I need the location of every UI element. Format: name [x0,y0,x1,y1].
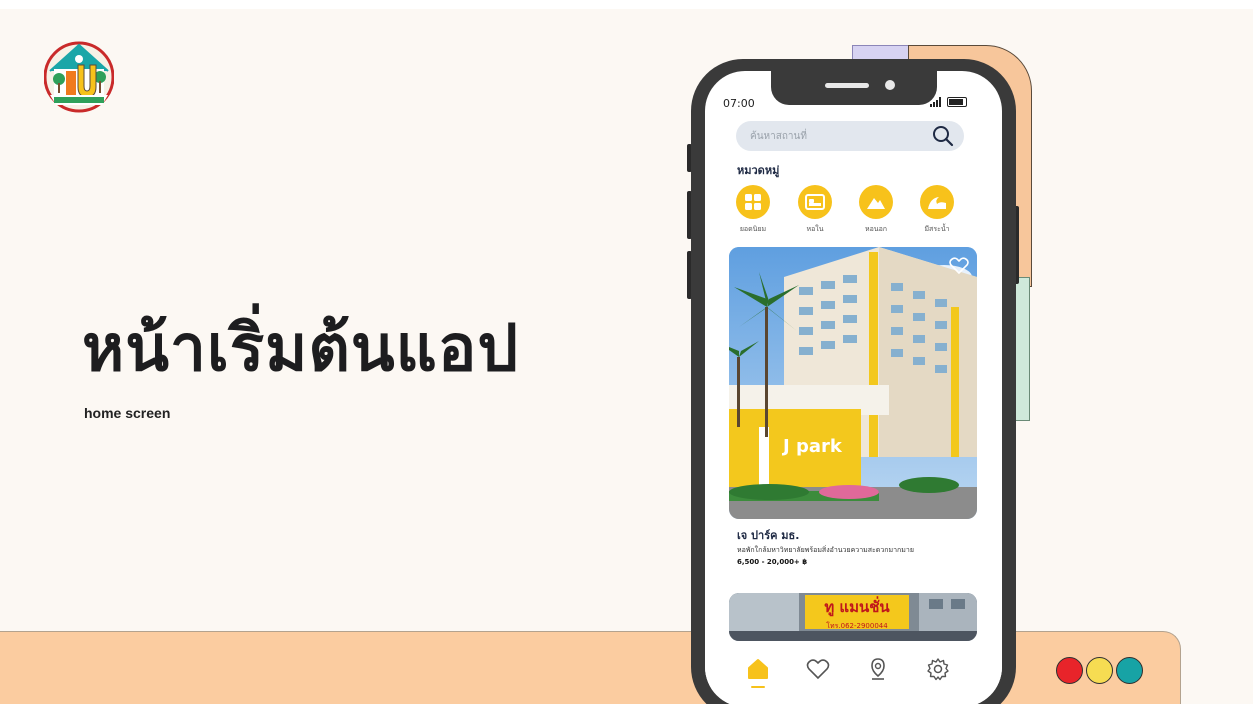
home-icon[interactable] [745,656,771,682]
map-pin-icon[interactable] [865,656,891,682]
wave-icon [928,197,946,209]
slide: หน้าเริ่มต้นแอป home screen 07:00 ค้นหาส… [0,9,1253,704]
category-inside[interactable]: หอใน [789,185,841,235]
heart-icon[interactable] [805,656,831,682]
phone-notch [771,71,937,105]
yellow-dot [1086,657,1113,684]
favorite-heart-icon[interactable] [949,257,969,275]
building-sign-phone: โทร.062-2900044 [826,622,888,630]
category-label: มีสระน้ำ [924,225,950,233]
category-label: หอนอก [864,225,888,233]
category-circle [798,185,832,219]
search-bar[interactable]: ค้นหาสถานที่ [736,121,964,151]
category-circle [920,185,954,219]
signal-icon [930,97,941,107]
categories-title: หมวดหมู่ [737,164,780,177]
listing-card-2[interactable]: ทู แมนชั่น โทร.062-2900044 [729,593,977,641]
grid-icon [745,194,761,210]
battery-icon [947,97,967,107]
category-pool[interactable]: มีสระน้ำ [911,185,963,235]
gear-icon[interactable] [925,656,951,682]
search-input[interactable]: ค้นหาสถานที่ [750,129,807,144]
category-popular[interactable]: ยอดนิยม [727,185,779,235]
bottom-tab-bar [705,646,1002,704]
listing-description: หอพักใกล้มหาวิทยาลัยพร้อมสิ่งอำนวยความสะ… [737,546,914,554]
category-label: หอใน [806,225,824,233]
house-u-logo-icon [44,41,114,113]
building-photo: J park [729,247,977,519]
red-dot [1056,657,1083,684]
listing-name[interactable]: เจ ปาร์ค มธ. [737,526,799,544]
status-time: 07:00 [723,97,755,110]
phone-mockup: 07:00 ค้นหาสถานที่ หมวดหมู่ ยอดนิยม หอใน… [691,59,1016,704]
camera-icon [885,80,895,90]
mountain-icon [867,198,885,209]
category-circle [859,185,893,219]
category-outside[interactable]: หอนอก [850,185,902,235]
category-label: ยอดนิยม [739,225,767,233]
bed-icon [805,194,825,210]
listing-price: 6,500 - 20,000+ ฿ [737,558,808,566]
active-tab-indicator [751,686,765,688]
category-circle [736,185,770,219]
phone-screen: 07:00 ค้นหาสถานที่ หมวดหมู่ ยอดนิยม หอใน… [705,71,1002,704]
slide-title: หน้าเริ่มต้นแอป [82,312,519,386]
teal-dot [1116,657,1143,684]
status-indicators [930,97,967,107]
color-dots [1056,657,1143,684]
listing-card-image[interactable]: J park [729,247,977,519]
building-sign-text: J park [781,436,843,457]
speaker-icon [825,83,869,88]
search-icon[interactable] [932,125,954,147]
slide-subtitle: home screen [84,405,171,421]
